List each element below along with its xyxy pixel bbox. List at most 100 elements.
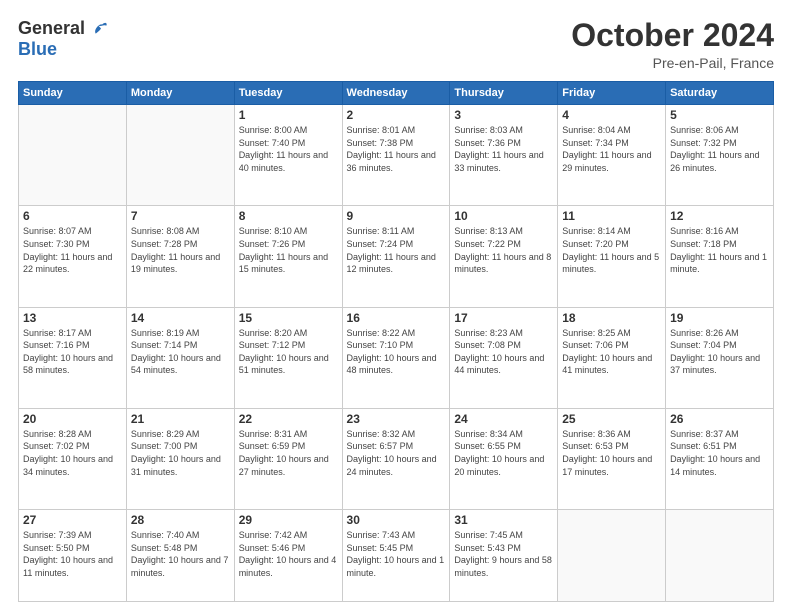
day-number: 16	[347, 311, 446, 325]
logo-blue-text: Blue	[18, 39, 57, 60]
header: General Blue October 2024 Pre-en-Pail, F…	[18, 18, 774, 71]
logo: General Blue	[18, 18, 109, 60]
location: Pre-en-Pail, France	[571, 55, 774, 71]
day-number: 5	[670, 108, 769, 122]
calendar-cell	[666, 509, 774, 601]
day-info: Sunrise: 8:16 AM Sunset: 7:18 PM Dayligh…	[670, 225, 769, 275]
month-title: October 2024	[571, 18, 774, 53]
day-info: Sunrise: 8:03 AM Sunset: 7:36 PM Dayligh…	[454, 124, 553, 174]
calendar-cell: 23 Sunrise: 8:32 AM Sunset: 6:57 PM Dayli…	[342, 408, 450, 509]
day-number: 27	[23, 513, 122, 527]
day-number: 30	[347, 513, 446, 527]
day-number: 12	[670, 209, 769, 223]
calendar-cell: 6 Sunrise: 8:07 AM Sunset: 7:30 PM Daylig…	[19, 206, 127, 307]
calendar-cell: 3 Sunrise: 8:03 AM Sunset: 7:36 PM Daylig…	[450, 105, 558, 206]
day-number: 9	[347, 209, 446, 223]
day-number: 17	[454, 311, 553, 325]
day-number: 10	[454, 209, 553, 223]
day-header-monday: Monday	[126, 82, 234, 105]
day-info: Sunrise: 8:36 AM Sunset: 6:53 PM Dayligh…	[562, 428, 661, 478]
calendar-cell: 26 Sunrise: 8:37 AM Sunset: 6:51 PM Dayli…	[666, 408, 774, 509]
day-header-thursday: Thursday	[450, 82, 558, 105]
day-number: 13	[23, 311, 122, 325]
day-info: Sunrise: 8:25 AM Sunset: 7:06 PM Dayligh…	[562, 327, 661, 377]
day-info: Sunrise: 8:00 AM Sunset: 7:40 PM Dayligh…	[239, 124, 338, 174]
page: General Blue October 2024 Pre-en-Pail, F…	[0, 0, 792, 612]
calendar-cell: 7 Sunrise: 8:08 AM Sunset: 7:28 PM Daylig…	[126, 206, 234, 307]
day-number: 29	[239, 513, 338, 527]
calendar-cell	[126, 105, 234, 206]
day-header-sunday: Sunday	[19, 82, 127, 105]
day-number: 6	[23, 209, 122, 223]
calendar-cell: 5 Sunrise: 8:06 AM Sunset: 7:32 PM Daylig…	[666, 105, 774, 206]
day-info: Sunrise: 8:19 AM Sunset: 7:14 PM Dayligh…	[131, 327, 230, 377]
calendar-cell	[558, 509, 666, 601]
logo-general-text: General	[18, 18, 85, 39]
day-number: 26	[670, 412, 769, 426]
day-number: 7	[131, 209, 230, 223]
calendar-cell: 9 Sunrise: 8:11 AM Sunset: 7:24 PM Daylig…	[342, 206, 450, 307]
day-number: 3	[454, 108, 553, 122]
day-info: Sunrise: 8:34 AM Sunset: 6:55 PM Dayligh…	[454, 428, 553, 478]
day-number: 14	[131, 311, 230, 325]
day-info: Sunrise: 8:23 AM Sunset: 7:08 PM Dayligh…	[454, 327, 553, 377]
day-info: Sunrise: 8:04 AM Sunset: 7:34 PM Dayligh…	[562, 124, 661, 174]
day-number: 31	[454, 513, 553, 527]
day-info: Sunrise: 8:08 AM Sunset: 7:28 PM Dayligh…	[131, 225, 230, 275]
calendar-cell: 30 Sunrise: 7:43 AM Sunset: 5:45 PM Dayli…	[342, 509, 450, 601]
day-number: 2	[347, 108, 446, 122]
day-info: Sunrise: 7:45 AM Sunset: 5:43 PM Dayligh…	[454, 529, 553, 579]
day-number: 28	[131, 513, 230, 527]
calendar-cell	[19, 105, 127, 206]
calendar-cell: 15Sunrise: 8:20 AM Sunset: 7:12 PM Dayli…	[234, 307, 342, 408]
day-info: Sunrise: 8:26 AM Sunset: 7:04 PM Dayligh…	[670, 327, 769, 377]
calendar-cell: 24 Sunrise: 8:34 AM Sunset: 6:55 PM Dayli…	[450, 408, 558, 509]
day-info: Sunrise: 7:42 AM Sunset: 5:46 PM Dayligh…	[239, 529, 338, 579]
calendar-cell: 4 Sunrise: 8:04 AM Sunset: 7:34 PM Daylig…	[558, 105, 666, 206]
calendar-table: SundayMondayTuesdayWednesdayThursdayFrid…	[18, 81, 774, 602]
day-info: Sunrise: 7:40 AM Sunset: 5:48 PM Dayligh…	[131, 529, 230, 579]
day-number: 8	[239, 209, 338, 223]
day-info: Sunrise: 7:39 AM Sunset: 5:50 PM Dayligh…	[23, 529, 122, 579]
day-info: Sunrise: 8:28 AM Sunset: 7:02 PM Dayligh…	[23, 428, 122, 478]
day-info: Sunrise: 8:11 AM Sunset: 7:24 PM Dayligh…	[347, 225, 446, 275]
calendar-cell: 20 Sunrise: 8:28 AM Sunset: 7:02 PM Dayli…	[19, 408, 127, 509]
calendar-cell: 1 Sunrise: 8:00 AM Sunset: 7:40 PM Daylig…	[234, 105, 342, 206]
calendar-cell: 16 Sunrise: 8:22 AM Sunset: 7:10 PM Dayli…	[342, 307, 450, 408]
calendar-cell: 17 Sunrise: 8:23 AM Sunset: 7:08 PM Dayli…	[450, 307, 558, 408]
day-header-wednesday: Wednesday	[342, 82, 450, 105]
day-number: 1	[239, 108, 338, 122]
day-number: 23	[347, 412, 446, 426]
logo-bird-icon	[89, 19, 109, 39]
calendar-cell: 21 Sunrise: 8:29 AM Sunset: 7:00 PM Dayli…	[126, 408, 234, 509]
day-number: 15	[239, 311, 338, 325]
calendar-cell: 27 Sunrise: 7:39 AM Sunset: 5:50 PM Dayli…	[19, 509, 127, 601]
calendar-cell: 29 Sunrise: 7:42 AM Sunset: 5:46 PM Dayli…	[234, 509, 342, 601]
day-info: Sunrise: 8:29 AM Sunset: 7:00 PM Dayligh…	[131, 428, 230, 478]
calendar-cell: 28 Sunrise: 7:40 AM Sunset: 5:48 PM Dayli…	[126, 509, 234, 601]
day-number: 11	[562, 209, 661, 223]
day-info: Sunrise: 8:17 AM Sunset: 7:16 PM Dayligh…	[23, 327, 122, 377]
calendar-cell: 8Sunrise: 8:10 AM Sunset: 7:26 PM Daylig…	[234, 206, 342, 307]
day-info: Sunrise: 7:43 AM Sunset: 5:45 PM Dayligh…	[347, 529, 446, 579]
day-number: 20	[23, 412, 122, 426]
day-info: Sunrise: 8:01 AM Sunset: 7:38 PM Dayligh…	[347, 124, 446, 174]
day-number: 4	[562, 108, 661, 122]
calendar-cell: 14 Sunrise: 8:19 AM Sunset: 7:14 PM Dayli…	[126, 307, 234, 408]
day-info: Sunrise: 8:22 AM Sunset: 7:10 PM Dayligh…	[347, 327, 446, 377]
day-info: Sunrise: 8:37 AM Sunset: 6:51 PM Dayligh…	[670, 428, 769, 478]
day-header-friday: Friday	[558, 82, 666, 105]
day-number: 22	[239, 412, 338, 426]
calendar-cell: 11 Sunrise: 8:14 AM Sunset: 7:20 PM Dayli…	[558, 206, 666, 307]
day-number: 21	[131, 412, 230, 426]
calendar-cell: 2 Sunrise: 8:01 AM Sunset: 7:38 PM Daylig…	[342, 105, 450, 206]
day-info: Sunrise: 8:32 AM Sunset: 6:57 PM Dayligh…	[347, 428, 446, 478]
day-info: Sunrise: 8:07 AM Sunset: 7:30 PM Dayligh…	[23, 225, 122, 275]
calendar-cell: 12 Sunrise: 8:16 AM Sunset: 7:18 PM Dayli…	[666, 206, 774, 307]
day-info: Sunrise: 8:06 AM Sunset: 7:32 PM Dayligh…	[670, 124, 769, 174]
calendar-cell: 25 Sunrise: 8:36 AM Sunset: 6:53 PM Dayli…	[558, 408, 666, 509]
day-info: Sunrise: 8:14 AM Sunset: 7:20 PM Dayligh…	[562, 225, 661, 275]
day-number: 25	[562, 412, 661, 426]
day-number: 24	[454, 412, 553, 426]
calendar-cell: 10Sunrise: 8:13 AM Sunset: 7:22 PM Dayli…	[450, 206, 558, 307]
